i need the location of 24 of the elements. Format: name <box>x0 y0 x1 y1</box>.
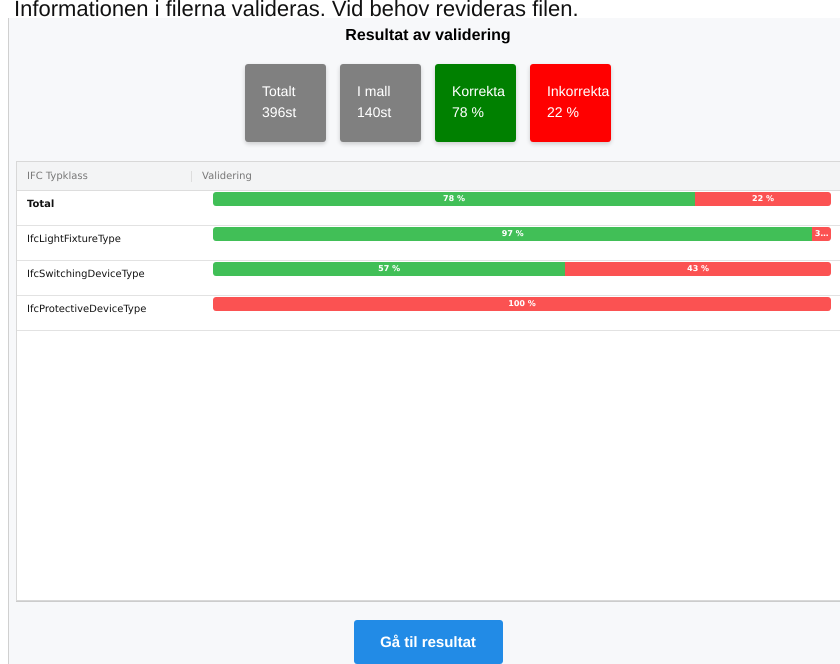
stat-label: Totalt <box>262 83 296 99</box>
bar-segment: 57 % <box>213 262 566 276</box>
stat-value: 396st <box>262 104 298 120</box>
table-cell-text: IfcLightFixtureType <box>26 233 122 247</box>
bar-segment: 43 % <box>565 262 831 276</box>
bar-segment: 22 % <box>695 192 831 206</box>
stat-label: Korrekta <box>452 83 506 99</box>
stat-value: 22 % <box>547 104 580 120</box>
bar-segment: 100 % <box>213 297 831 311</box>
column-header: IFC Typklass <box>17 170 192 182</box>
table-cell-text: Total <box>26 198 56 212</box>
stat-value: 140st <box>357 104 392 120</box>
results-title: Resultat av validering <box>344 27 512 46</box>
intro-text: Informationen i filerna valideras. Vid behov revideras filen. <box>13 0 580 18</box>
stat-label: I mall <box>357 83 392 99</box>
table-cell-text: IfcSwitchingDeviceType <box>26 268 146 282</box>
stat-label: Inkorrekta <box>547 83 610 99</box>
table-cell-text: IfcProtectiveDeviceType <box>26 303 148 317</box>
results-button[interactable]: Gå til resultat <box>354 620 502 664</box>
bar-segment: 3… <box>812 227 831 241</box>
stat-value: 78 % <box>452 104 485 120</box>
bar-segment: 78 % <box>213 192 696 206</box>
bar-segment: 97 % <box>213 227 812 241</box>
column-header: Validering <box>201 170 252 182</box>
